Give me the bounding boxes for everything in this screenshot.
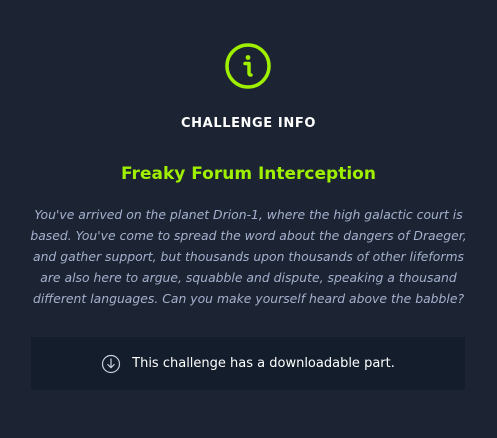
challenge-title: Freaky Forum Interception [121, 164, 376, 184]
challenge-info-modal: CHALLENGE INFO Freaky Forum Interception… [0, 0, 497, 438]
info-circle-icon [224, 42, 272, 90]
download-circle-icon [101, 354, 121, 374]
download-notice-text: This challenge has a downloadable part. [132, 356, 395, 371]
download-notice[interactable]: This challenge has a downloadable part. [31, 337, 465, 390]
challenge-description: You've arrived on the planet Drion-1, wh… [30, 207, 467, 306]
modal-heading: CHALLENGE INFO [181, 116, 316, 131]
